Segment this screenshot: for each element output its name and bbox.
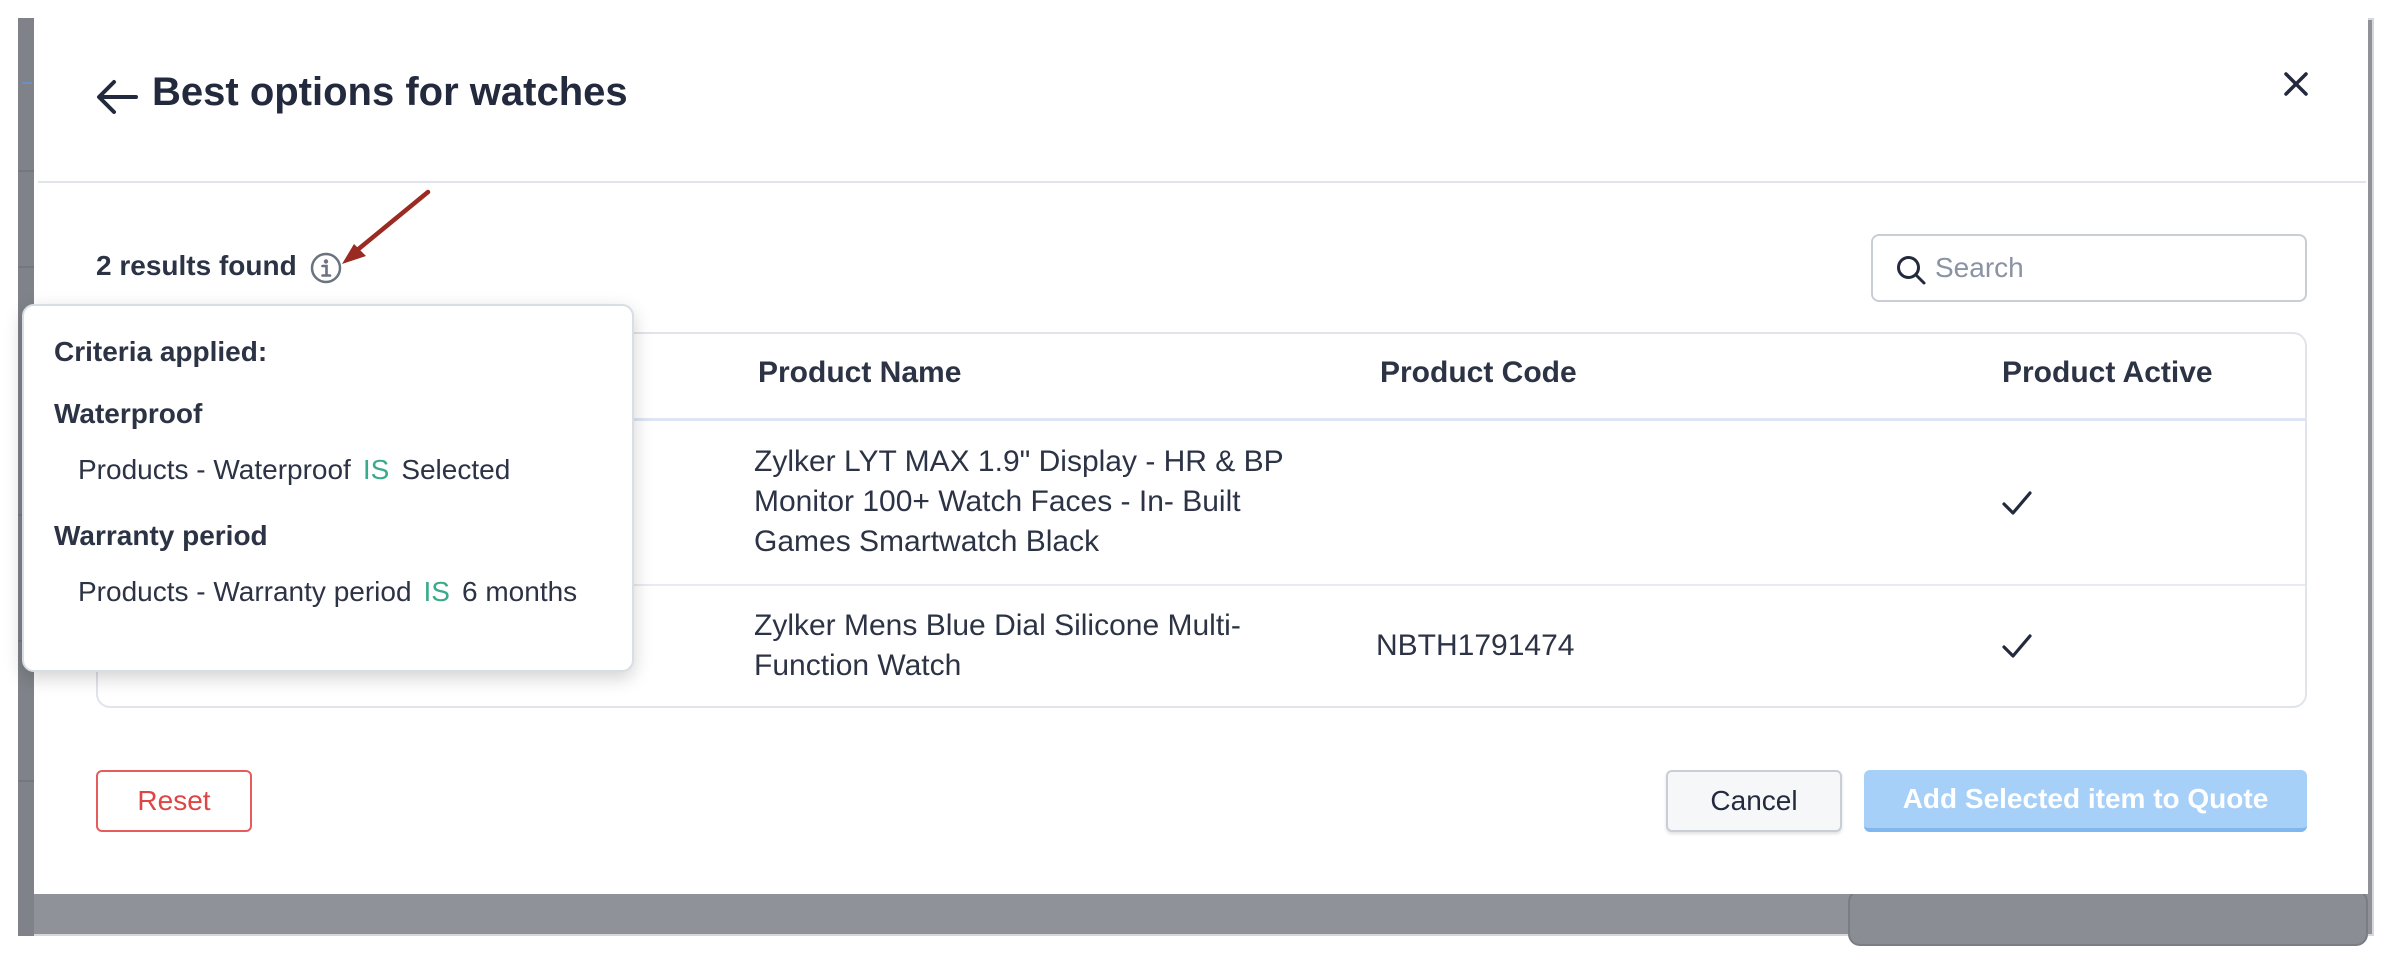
cancel-button[interactable]: Cancel bbox=[1666, 770, 1842, 832]
modal-title: Best options for watches bbox=[152, 70, 628, 114]
search-icon bbox=[1897, 256, 1926, 285]
background-divider bbox=[18, 266, 34, 268]
close-icon[interactable] bbox=[2278, 66, 2314, 102]
criteria-operator: IS bbox=[423, 576, 450, 607]
search-input[interactable] bbox=[1935, 248, 2295, 288]
add-selected-to-quote-button[interactable]: Add Selected item to Quote bbox=[1864, 770, 2307, 832]
reset-button[interactable]: Reset bbox=[96, 770, 252, 832]
criteria-value: Selected bbox=[401, 454, 511, 485]
column-header-product-code[interactable]: Product Code bbox=[1380, 356, 1577, 390]
table-row[interactable]: Zylker Mens Blue Dial Silicone Multi- Fu… bbox=[754, 606, 1241, 686]
checkmark-icon bbox=[2002, 634, 2032, 658]
back-arrow-icon[interactable] bbox=[96, 78, 138, 116]
criteria-field: Products - Waterproof bbox=[78, 454, 351, 485]
annotation-arrow-icon bbox=[342, 189, 431, 264]
header-divider bbox=[38, 181, 2366, 183]
criteria-rule-warranty: Products - Warranty period IS 6 months bbox=[78, 576, 577, 608]
column-header-product-active[interactable]: Product Active bbox=[2002, 356, 2213, 390]
product-name-line: Zylker Mens Blue Dial Silicone Multi- bbox=[754, 609, 1241, 642]
criteria-title: Criteria applied: bbox=[54, 336, 268, 367]
criteria-field: Products - Warranty period bbox=[78, 576, 412, 607]
criteria-value: 6 months bbox=[462, 576, 578, 607]
criteria-operator: IS bbox=[362, 454, 390, 485]
background-divider bbox=[18, 170, 34, 172]
search-box bbox=[1871, 234, 2307, 302]
checkmark-icon bbox=[2002, 491, 2032, 515]
background-link bbox=[22, 58, 32, 84]
product-name-line: Zylker LYT MAX 1.9" Display - HR & BP bbox=[754, 445, 1284, 478]
results-text: results found bbox=[119, 250, 297, 281]
product-code-cell: NBTH1791474 bbox=[1376, 629, 1575, 662]
table-row[interactable]: Zylker LYT MAX 1.9" Display - HR & BP Mo… bbox=[754, 442, 1284, 562]
criteria-heading-waterproof: Waterproof bbox=[54, 398, 203, 429]
criteria-heading-warranty: Warranty period bbox=[54, 520, 268, 551]
product-name-line: Games Smartwatch Black bbox=[754, 525, 1100, 558]
column-header-product-name[interactable]: Product Name bbox=[758, 356, 961, 390]
criteria-rule-waterproof: Products - Waterproof IS Selected bbox=[78, 454, 510, 486]
results-count: 2 bbox=[96, 250, 112, 281]
background-panel bbox=[1848, 890, 2368, 946]
product-name-line: Function Watch bbox=[754, 649, 962, 682]
background-divider bbox=[18, 780, 34, 782]
criteria-popover: Criteria applied: Waterproof Products - … bbox=[22, 304, 634, 672]
product-name-line: Monitor 100+ Watch Faces - In- Built bbox=[754, 485, 1241, 518]
results-count-label: 2 results found bbox=[96, 250, 297, 282]
